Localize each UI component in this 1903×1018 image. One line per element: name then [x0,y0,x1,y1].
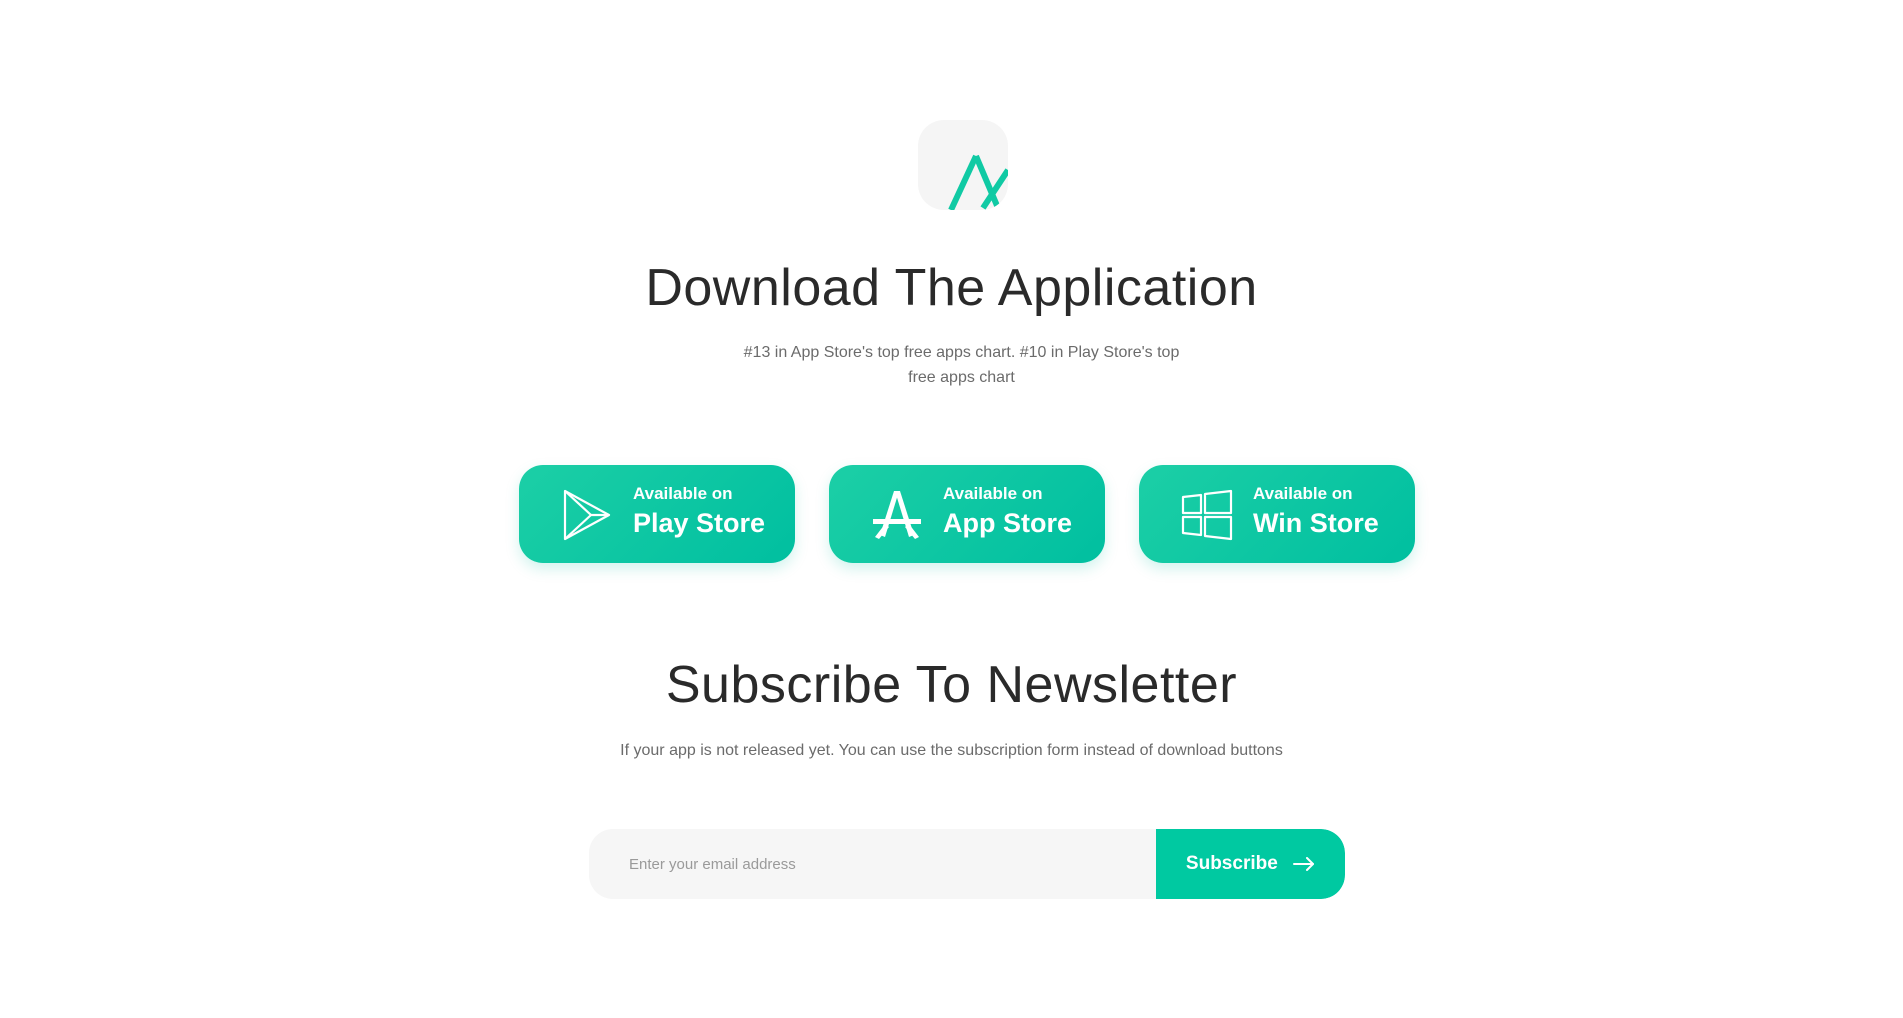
play-store-available-label: Available on [633,484,733,503]
win-store-available-label: Available on [1253,484,1353,503]
ax-logo-icon [948,154,1008,210]
play-store-button[interactable]: Available on Play Store [519,465,795,563]
app-store-button[interactable]: Available on App Store [829,465,1105,563]
download-subtitle: #13 in App Store's top free apps chart. … [743,344,1180,386]
newsletter-title: Subscribe To Newsletter [665,656,1238,714]
play-store-icon [563,489,611,541]
win-store-button[interactable]: Available on Win Store [1139,465,1415,563]
subscribe-form: Subscribe [589,829,1345,899]
email-input[interactable] [589,829,1156,899]
subscribe-button-label: Subscribe [1185,853,1278,874]
newsletter-subtitle: If your app is not released yet. You can… [620,742,1283,759]
app-store-available-label: Available on [943,484,1043,503]
app-logo [918,120,1008,210]
subscribe-button[interactable]: Subscribe [1156,829,1345,899]
win-store-label: Win Store [1253,508,1379,538]
app-store-icon [873,491,921,539]
download-title: Download The Application [645,259,1258,317]
play-store-label: Play Store [633,508,766,538]
download-section: Download The Application #13 in App Stor… [0,0,1903,1018]
app-store-label: App Store [943,508,1073,538]
arrow-right-icon [1293,856,1315,871]
windows-icon [1181,489,1233,541]
